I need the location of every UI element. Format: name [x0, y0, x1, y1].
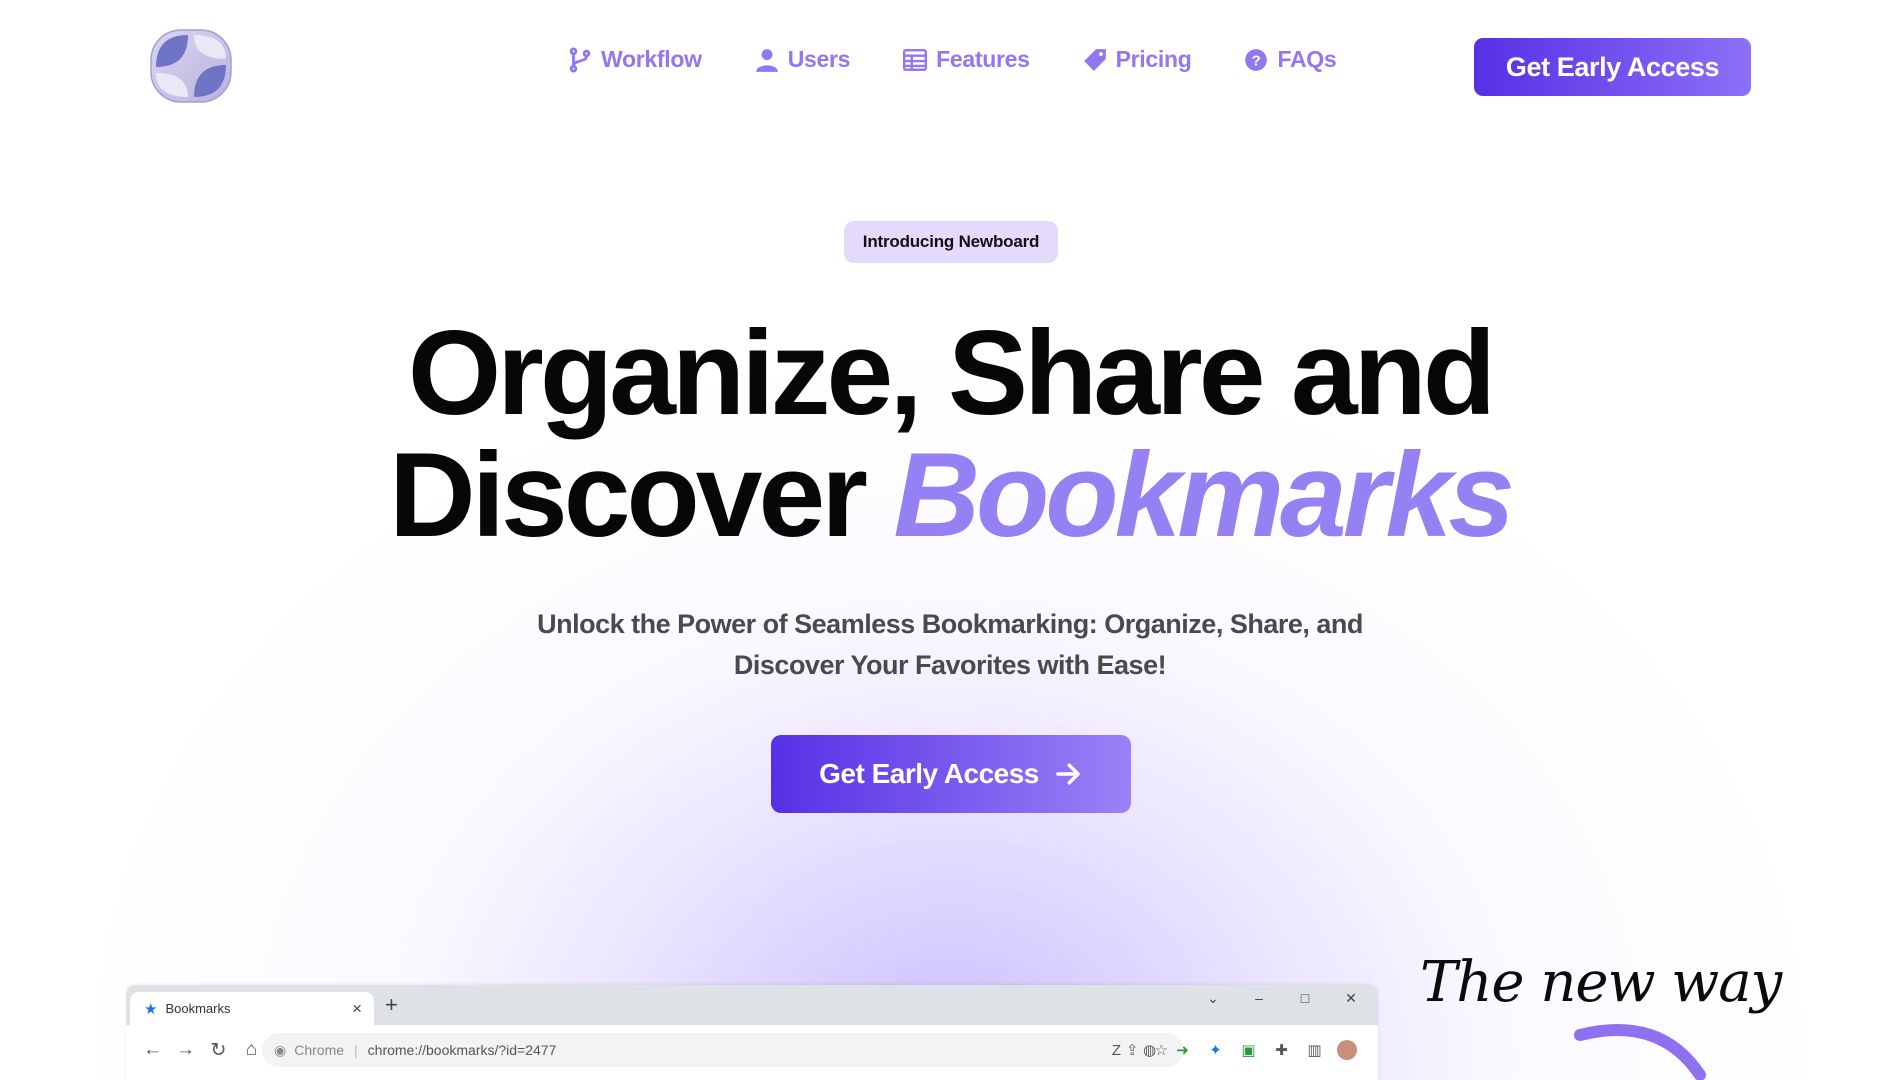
hero-subtitle: Unlock the Power of Seamless Bookmarking… [450, 604, 1450, 686]
hero-get-early-access-button[interactable]: Get Early Access [771, 735, 1131, 813]
back-icon[interactable]: ← [136, 1039, 169, 1061]
maximize-icon[interactable]: □ [1282, 990, 1328, 1006]
forward-icon[interactable]: → [169, 1039, 202, 1061]
get-early-access-button[interactable]: Get Early Access [1474, 38, 1751, 96]
address-bar[interactable]: ◉ Chrome | chrome://bookmarks/?id=2477 ⇪… [262, 1033, 1184, 1067]
user-icon [755, 48, 778, 72]
nav-item-pricing[interactable]: Pricing [1082, 46, 1192, 73]
nav-item-label: Workflow [601, 46, 702, 72]
window-controls: ⌄ – □ ✕ [1190, 985, 1374, 1011]
green-arrow-extension-icon[interactable]: ➜ [1166, 1041, 1199, 1059]
swoosh-decoration [1574, 1024, 1706, 1080]
puzzle-icon[interactable]: ✚ [1265, 1041, 1298, 1059]
browser-mockup: ★ Bookmarks × + ⌄ – □ ✕ ← → ↻ ⌂ ◉ Chrome… [126, 985, 1378, 1080]
logo-icon[interactable] [148, 27, 234, 105]
zotero-extension-icon[interactable]: Z [1100, 1042, 1133, 1059]
nav-item-features[interactable]: Features [902, 46, 1030, 73]
new-tab-icon[interactable]: + [385, 992, 398, 1018]
table-icon [903, 48, 928, 71]
nav-item-label: Users [787, 46, 851, 72]
browser-toolbar: ← → ↻ ⌂ ◉ Chrome | chrome://bookmarks/?i… [126, 1025, 1378, 1080]
intro-badge: Introducing Newboard [844, 221, 1058, 263]
subtitle-line1: Unlock the Power of Seamless Bookmarking… [537, 609, 1363, 639]
hero-headline: Organize, Share and Discover Bookmarks [0, 312, 1900, 556]
robot-extension-icon[interactable]: ▣ [1232, 1041, 1265, 1059]
browser-tabbar: ★ Bookmarks × + ⌄ – □ ✕ [126, 985, 1378, 1025]
pin-extension-icon[interactable]: ✦ [1199, 1041, 1232, 1059]
subtitle-line2: Discover Your Favorites with Ease! [733, 650, 1167, 680]
nav-item-workflow[interactable]: Workflow [567, 46, 702, 73]
nav-item-users[interactable]: Users [754, 46, 850, 73]
chrome-icon: ◉ [274, 1041, 287, 1058]
git-branch-icon [569, 47, 591, 72]
reload-icon[interactable]: ↻ [202, 1039, 235, 1062]
tab-title: Bookmarks [165, 1001, 231, 1016]
more-menu-icon[interactable]: ⋮ [1363, 1041, 1378, 1059]
star-icon: ★ [144, 1000, 158, 1018]
extensions: Z ◍ ➜ ✦ ▣ ✚ ▥ ⋮ [1100, 1033, 1378, 1067]
hero-cta-label: Get Early Access [819, 758, 1039, 789]
mouse-extension-icon[interactable]: ◍ [1133, 1041, 1166, 1059]
omnibox-label: Chrome [294, 1042, 345, 1058]
nav-item-label: Pricing [1115, 46, 1192, 72]
close-icon[interactable]: × [352, 999, 362, 1019]
nav-buttons: ← → ↻ ⌂ [136, 1033, 268, 1067]
headline-accent: Bookmarks [893, 428, 1515, 562]
svg-text:?: ? [1252, 52, 1261, 69]
navbar: Workflow Users Features Pricing ? FAQs G… [0, 0, 1900, 132]
omnibox-separator: | [354, 1042, 358, 1058]
headline-line1: Organize, Share and [407, 306, 1496, 440]
omnibox-url: chrome://bookmarks/?id=2477 [367, 1042, 557, 1058]
nav-links: Workflow Users Features Pricing ? FAQs [567, 46, 1337, 73]
browser-tab[interactable]: ★ Bookmarks × [130, 992, 374, 1025]
question-circle-icon: ? [1245, 48, 1268, 71]
chevron-down-icon[interactable]: ⌄ [1190, 990, 1236, 1007]
tag-icon [1083, 48, 1106, 71]
avatar[interactable] [1337, 1040, 1357, 1060]
side-panel-icon[interactable]: ▥ [1298, 1041, 1331, 1059]
arrow-right-icon [1056, 763, 1080, 785]
minimize-icon[interactable]: – [1236, 990, 1282, 1006]
tagline: The new way [1420, 950, 1782, 1015]
nav-item-faqs[interactable]: ? FAQs [1243, 46, 1337, 73]
window-close-icon[interactable]: ✕ [1328, 990, 1374, 1007]
nav-item-label: FAQs [1277, 46, 1337, 72]
headline-line2: Discover [389, 428, 868, 562]
nav-item-label: Features [936, 46, 1030, 72]
